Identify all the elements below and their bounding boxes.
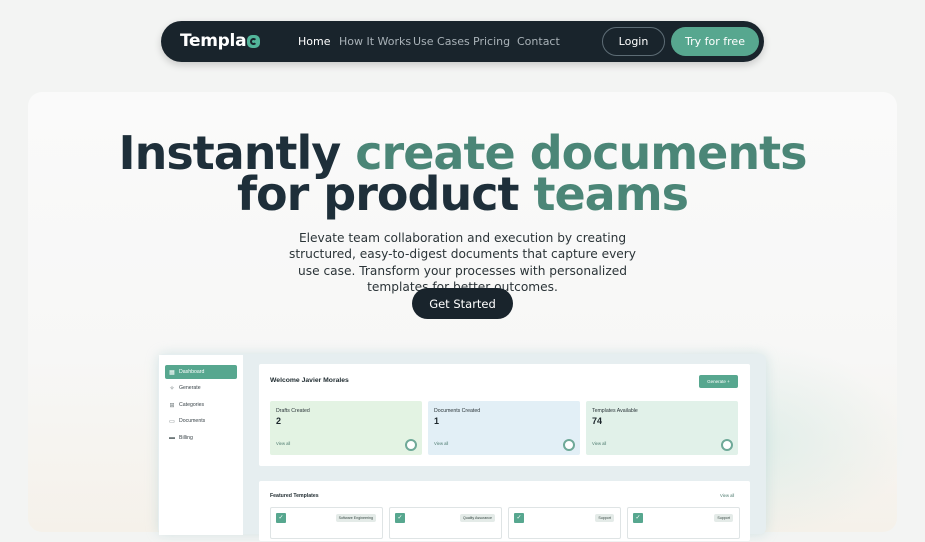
nav-link-contact[interactable]: Contact <box>517 33 560 51</box>
sidebar-item-label: Dashboard <box>179 369 205 375</box>
nav-link-use-cases[interactable]: Use Cases <box>413 33 470 51</box>
generate-button[interactable]: Generate + <box>699 375 738 388</box>
sidebar-item-categories[interactable]: ⊞ Categories <box>165 398 237 412</box>
featured-view-all-link[interactable]: View all <box>720 493 734 498</box>
preview-sidebar: ▦ Dashboard ✧ Generate ⊞ Categories ▭ Do… <box>159 355 243 535</box>
try-for-free-button[interactable]: Try for free <box>671 27 759 56</box>
dashboard-preview: ▦ Dashboard ✧ Generate ⊞ Categories ▭ Do… <box>158 354 766 541</box>
stat-card-templates: Templates Available 74 View all <box>586 401 738 455</box>
template-tag: Quality Assurance <box>460 514 495 522</box>
view-all-link[interactable]: View all <box>434 441 448 446</box>
get-started-button[interactable]: Get Started <box>412 288 513 319</box>
stat-card-documents: Documents Created 1 View all <box>428 401 580 455</box>
category-icon: ⊞ <box>169 402 175 409</box>
headline-word: product <box>323 167 519 221</box>
logo[interactable]: Templa <box>180 30 261 52</box>
sidebar-item-label: Generate <box>179 385 201 391</box>
sidebar-item-billing[interactable]: ▬ Billing <box>165 431 237 445</box>
progress-ring-icon <box>721 439 733 451</box>
template-tag: Support <box>595 514 614 522</box>
template-card[interactable]: ✓ Software Engineering <box>270 507 383 539</box>
stat-value: 1 <box>434 416 440 426</box>
template-icon: ✓ <box>633 513 643 523</box>
sidebar-item-documents[interactable]: ▭ Documents <box>165 414 237 428</box>
template-tag: Support <box>714 514 733 522</box>
hero-subtitle: Elevate team collaboration and execution… <box>288 231 637 294</box>
headline-word: teams <box>533 167 689 221</box>
welcome-heading: Welcome Javier Morales <box>270 377 349 384</box>
view-all-link[interactable]: View all <box>276 441 290 446</box>
featured-templates-panel: Featured Templates View all ✓ Software E… <box>259 481 750 541</box>
nav-link-pricing[interactable]: Pricing <box>473 33 510 51</box>
view-all-link[interactable]: View all <box>592 441 606 446</box>
template-tag: Software Engineering <box>335 514 376 522</box>
sidebar-item-label: Billing <box>179 435 193 441</box>
grid-icon: ▦ <box>169 369 175 376</box>
logo-text: Templa <box>180 31 247 51</box>
overview-panel: Welcome Javier Morales Generate + Drafts… <box>259 364 750 466</box>
stat-value: 74 <box>592 416 603 426</box>
sidebar-item-dashboard[interactable]: ▦ Dashboard <box>165 365 237 379</box>
stat-label: Drafts Created <box>276 408 310 414</box>
stat-label: Documents Created <box>434 408 481 414</box>
headline-word: for <box>236 167 309 221</box>
sidebar-item-label: Categories <box>179 402 205 408</box>
hero-headline: Instantly create documents for product t… <box>0 130 925 217</box>
stat-label: Templates Available <box>592 408 638 414</box>
folder-icon: ▭ <box>169 418 175 425</box>
stat-card-drafts: Drafts Created 2 View all <box>270 401 422 455</box>
template-card[interactable]: ✓ Support <box>627 507 740 539</box>
top-navbar: Templa Home How It Works Use Cases Prici… <box>161 21 764 62</box>
template-card[interactable]: ✓ Quality Assurance <box>389 507 502 539</box>
featured-templates-heading: Featured Templates <box>270 493 319 499</box>
sparkle-icon: ✧ <box>169 385 175 392</box>
template-icon: ✓ <box>514 513 524 523</box>
progress-ring-icon <box>405 439 417 451</box>
template-card[interactable]: ✓ Support <box>508 507 621 539</box>
card-icon: ▬ <box>169 435 175 441</box>
sidebar-item-label: Documents <box>179 418 206 424</box>
sidebar-item-generate[interactable]: ✧ Generate <box>165 381 237 395</box>
nav-link-home[interactable]: Home <box>298 33 330 51</box>
progress-ring-icon <box>563 439 575 451</box>
logo-badge-icon <box>247 34 261 48</box>
stat-value: 2 <box>276 416 282 426</box>
login-button[interactable]: Login <box>602 27 665 56</box>
nav-link-how-it-works[interactable]: How It Works <box>339 33 411 51</box>
template-icon: ✓ <box>276 513 286 523</box>
template-icon: ✓ <box>395 513 405 523</box>
